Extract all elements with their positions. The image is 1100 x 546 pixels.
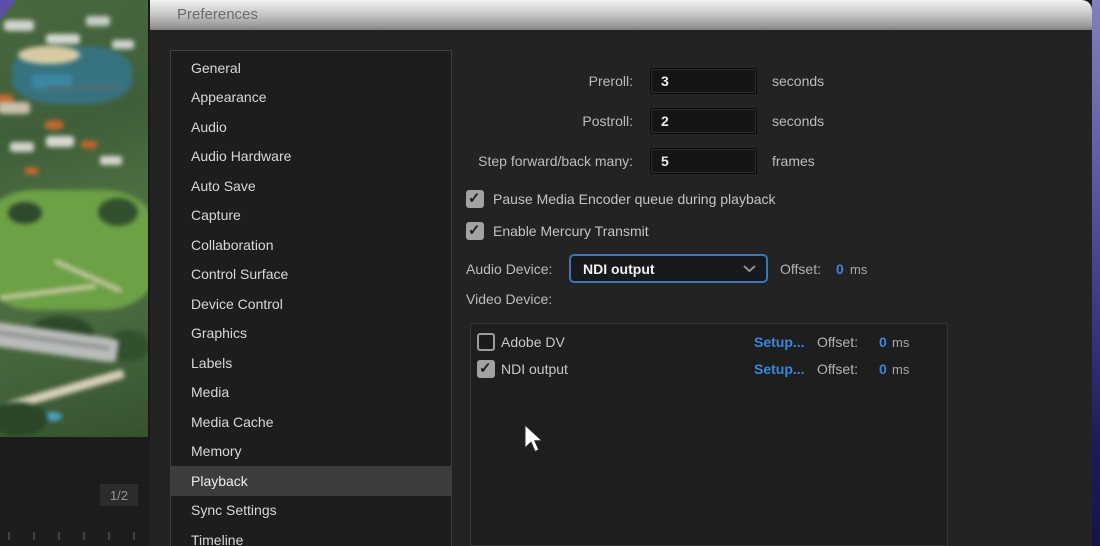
pause-media-encoder-checkbox[interactable] [466, 189, 484, 208]
pause-media-encoder-label: Pause Media Encoder queue during playbac… [493, 190, 776, 207]
corner-accent [0, 0, 16, 20]
sidebar-item-playback[interactable]: Playback [171, 466, 451, 496]
timeline-ruler-ticks [8, 532, 148, 540]
dialog-title: Preferences [177, 6, 258, 23]
sidebar-item-media-cache[interactable]: Media Cache [171, 407, 451, 437]
adobe-dv-checkbox[interactable] [477, 333, 495, 351]
preroll-label: Preroll: [588, 73, 633, 89]
audio-device-label: Audio Device: [466, 261, 553, 277]
audio-offset-label: Offset: [780, 261, 821, 277]
sidebar-item-device-control[interactable]: Device Control [171, 289, 451, 319]
sidebar-item-collaboration[interactable]: Collaboration [171, 230, 451, 260]
adobe-dv-setup-link[interactable]: Setup... [754, 334, 805, 350]
step-forward-back-input[interactable] [650, 148, 757, 174]
enable-mercury-transmit-checkbox[interactable] [466, 221, 484, 240]
postroll-unit: seconds [772, 113, 825, 129]
ndi-output-checkbox[interactable] [477, 359, 495, 378]
video-device-label: Video Device: [466, 291, 553, 307]
background-panel: 1/2 [0, 437, 150, 546]
ndi-output-offset-value[interactable]: 0 [879, 361, 887, 377]
audio-offset-value[interactable]: 0 [836, 261, 844, 277]
adobe-dv-offset-value[interactable]: 0 [879, 334, 887, 350]
sidebar-item-capture[interactable]: Capture [171, 201, 451, 231]
ndi-output-name: NDI output [501, 361, 568, 377]
aerial-photo [0, 0, 148, 437]
preroll-input[interactable] [650, 68, 757, 94]
background-right-strip [1092, 0, 1100, 546]
step-forward-back-unit: frames [772, 153, 815, 169]
ndi-output-setup-link[interactable]: Setup... [754, 361, 805, 377]
enable-mercury-transmit-row: Enable Mercury Transmit [466, 221, 649, 240]
page-indicator: 1/2 [100, 484, 138, 506]
chevron-down-icon [743, 265, 756, 273]
video-device-row-ndi-output: NDI output Setup... Offset: 0 ms [471, 359, 947, 380]
audio-offset-unit: ms [850, 262, 868, 277]
dialog-titlebar[interactable]: Preferences [150, 0, 1092, 30]
preroll-unit: seconds [772, 73, 825, 89]
postroll-label: Postroll: [582, 113, 633, 129]
adobe-dv-offset-label: Offset: [817, 334, 858, 350]
audio-device-value: NDI output [583, 260, 655, 277]
sidebar-item-graphics[interactable]: Graphics [171, 319, 451, 349]
sidebar-item-labels[interactable]: Labels [171, 348, 451, 378]
background-video-preview [0, 0, 148, 437]
sidebar-item-auto-save[interactable]: Auto Save [171, 171, 451, 201]
sidebar-item-memory[interactable]: Memory [171, 437, 451, 467]
pause-media-encoder-row: Pause Media Encoder queue during playbac… [466, 189, 776, 208]
sidebar-item-media[interactable]: Media [171, 378, 451, 408]
adobe-dv-name: Adobe DV [501, 334, 565, 350]
screen: 1/2 Preferences General Appearance Audio… [0, 0, 1100, 546]
adobe-dv-offset-unit: ms [892, 335, 910, 350]
sidebar-item-control-surface[interactable]: Control Surface [171, 260, 451, 290]
postroll-input[interactable] [650, 108, 757, 134]
video-device-row-adobe-dv: Adobe DV Setup... Offset: 0 ms [471, 333, 947, 353]
enable-mercury-transmit-label: Enable Mercury Transmit [493, 222, 649, 239]
preferences-dialog: Preferences General Appearance Audio Aud… [150, 0, 1092, 546]
step-forward-back-label: Step forward/back many: [478, 153, 633, 169]
mouse-cursor [524, 424, 544, 453]
ndi-output-offset-unit: ms [892, 362, 910, 377]
sidebar-item-timeline[interactable]: Timeline [171, 525, 451, 546]
sidebar-item-sync-settings[interactable]: Sync Settings [171, 496, 451, 526]
audio-device-dropdown[interactable]: NDI output [569, 254, 768, 283]
ndi-output-offset-label: Offset: [817, 361, 858, 377]
